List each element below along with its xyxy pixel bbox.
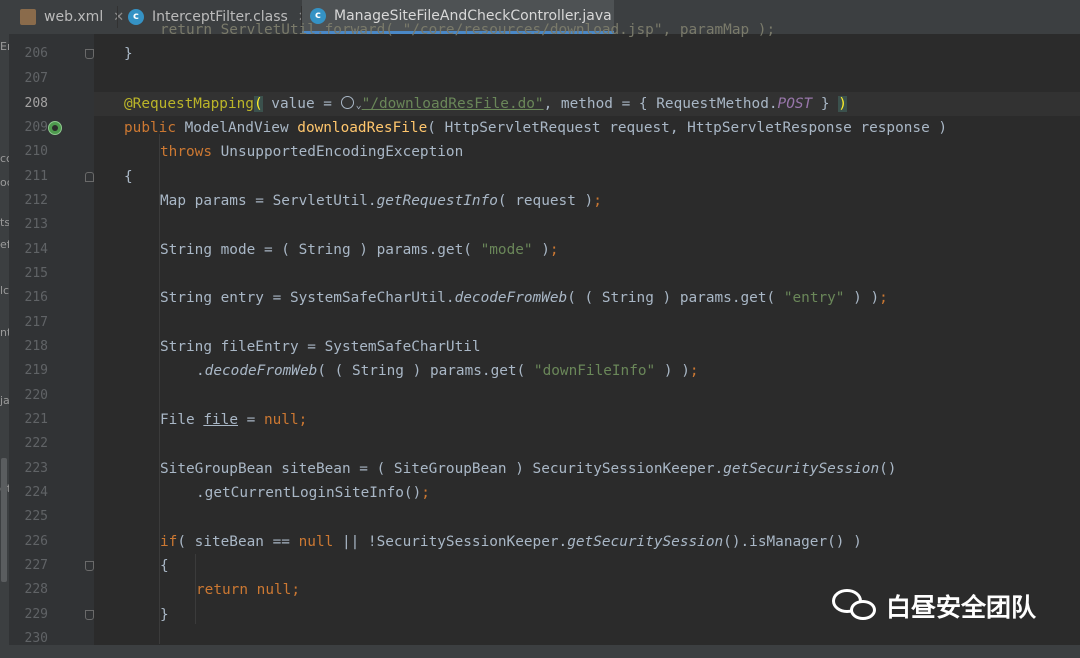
fold-marker-icon[interactable] bbox=[85, 561, 94, 571]
code-text: { bbox=[160, 558, 169, 574]
line-number: 217 bbox=[24, 315, 48, 330]
code-line: { bbox=[94, 554, 1080, 578]
line-number: 215 bbox=[24, 266, 48, 281]
code-text: return null; bbox=[196, 582, 300, 598]
code-line: .decodeFromWeb( ( String ) params.get( "… bbox=[94, 359, 1080, 383]
panel-fragment: ja bbox=[0, 394, 9, 407]
line-number: 224 bbox=[24, 485, 48, 500]
watermark-text: 白昼安全团队 bbox=[886, 593, 1037, 622]
code-line: .getCurrentLoginSiteInfo(); bbox=[94, 481, 1080, 505]
bottom-bar bbox=[0, 645, 1080, 658]
line-number: 207 bbox=[24, 71, 48, 86]
code-line: SiteGroupBean siteBean = ( SiteGroupBean… bbox=[94, 457, 1080, 481]
line-number: 206 bbox=[24, 46, 48, 61]
line-number: 213 bbox=[24, 217, 48, 232]
panel-fragment: cc bbox=[0, 152, 9, 165]
line-number: 221 bbox=[24, 412, 48, 427]
panel-fragment: lc bbox=[0, 284, 9, 297]
line-number: 209 bbox=[24, 120, 48, 135]
code-text: { bbox=[124, 169, 133, 185]
code-text: String mode = ( String ) params.get( "mo… bbox=[160, 242, 559, 258]
line-number: 218 bbox=[24, 339, 48, 354]
code-text: File file = null; bbox=[160, 412, 308, 428]
code-line: throws UnsupportedEncodingException bbox=[94, 140, 1080, 164]
web-endpoint-icon[interactable] bbox=[48, 121, 62, 135]
panel-fragment: ts bbox=[0, 216, 9, 229]
code-line: return ServletUtil.forward( "/core/resou… bbox=[94, 18, 1080, 42]
line-number: 208 bbox=[24, 96, 48, 111]
line-number: 219 bbox=[24, 363, 48, 378]
code-text: SiteGroupBean siteBean = ( SiteGroupBean… bbox=[160, 461, 897, 477]
fold-marker-icon[interactable] bbox=[85, 610, 94, 620]
code-text: if( siteBean == null || !SecuritySession… bbox=[160, 534, 862, 550]
code-line: } bbox=[94, 42, 1080, 66]
code-text: throws UnsupportedEncodingException bbox=[160, 144, 464, 160]
fold-marker-icon[interactable] bbox=[85, 49, 94, 59]
line-number: 223 bbox=[24, 461, 48, 476]
line-number: 220 bbox=[24, 388, 48, 403]
code-text: @RequestMapping( value = ⌄"/downloadResF… bbox=[124, 96, 847, 112]
panel-fragment: nt bbox=[0, 326, 9, 339]
code-text: String fileEntry = SystemSafeCharUtil bbox=[160, 339, 481, 355]
watermark: 白昼安全团队 bbox=[832, 588, 1036, 624]
code-text: } bbox=[124, 46, 133, 62]
line-number: 226 bbox=[24, 534, 48, 549]
code-line: { bbox=[94, 165, 1080, 189]
globe-icon[interactable] bbox=[340, 96, 354, 109]
project-panel-edge[interactable]: Er cc oc ts ef lc nt ja ot bbox=[0, 34, 9, 658]
code-editor[interactable]: return ServletUtil.forward( "/core/resou… bbox=[94, 22, 1080, 658]
line-number: 229 bbox=[24, 607, 48, 622]
code-text: return ServletUtil.forward( "/core/resou… bbox=[160, 22, 776, 38]
code-line: String entry = SystemSafeCharUtil.decode… bbox=[94, 286, 1080, 310]
xml-file-icon bbox=[20, 9, 36, 25]
line-number: 222 bbox=[24, 436, 48, 451]
line-number: 216 bbox=[24, 290, 48, 305]
line-number: 210 bbox=[24, 144, 48, 159]
line-number: 212 bbox=[24, 193, 48, 208]
code-text: Map params = ServletUtil.getRequestInfo(… bbox=[160, 193, 602, 209]
panel-fragment: Er bbox=[0, 40, 9, 53]
code-line: public ModelAndView downloadResFile( Htt… bbox=[94, 116, 1080, 140]
code-line: String fileEntry = SystemSafeCharUtil bbox=[94, 335, 1080, 359]
code-line-current: @RequestMapping( value = ⌄"/downloadResF… bbox=[94, 92, 1080, 116]
wechat-icon bbox=[832, 589, 878, 623]
panel-scrollbar[interactable] bbox=[1, 458, 7, 582]
code-line: if( siteBean == null || !SecuritySession… bbox=[94, 530, 1080, 554]
code-text: .decodeFromWeb( ( String ) params.get( "… bbox=[196, 363, 699, 379]
code-line: String mode = ( String ) params.get( "mo… bbox=[94, 238, 1080, 262]
line-number: 227 bbox=[24, 558, 48, 573]
panel-fragment: ef bbox=[0, 238, 9, 251]
line-number: 225 bbox=[24, 509, 48, 524]
line-number: 214 bbox=[24, 242, 48, 257]
code-text: public ModelAndView downloadResFile( Htt… bbox=[124, 120, 948, 136]
code-text: } bbox=[160, 607, 169, 623]
panel-fragment: oc bbox=[0, 176, 9, 189]
code-line: Map params = ServletUtil.getRequestInfo(… bbox=[94, 189, 1080, 213]
line-number: 211 bbox=[24, 169, 48, 184]
fold-marker-icon[interactable] bbox=[85, 172, 94, 182]
code-line: File file = null; bbox=[94, 408, 1080, 432]
line-number: 228 bbox=[24, 582, 48, 597]
code-text: .getCurrentLoginSiteInfo(); bbox=[196, 485, 430, 501]
code-text: String entry = SystemSafeCharUtil.decode… bbox=[160, 290, 888, 306]
